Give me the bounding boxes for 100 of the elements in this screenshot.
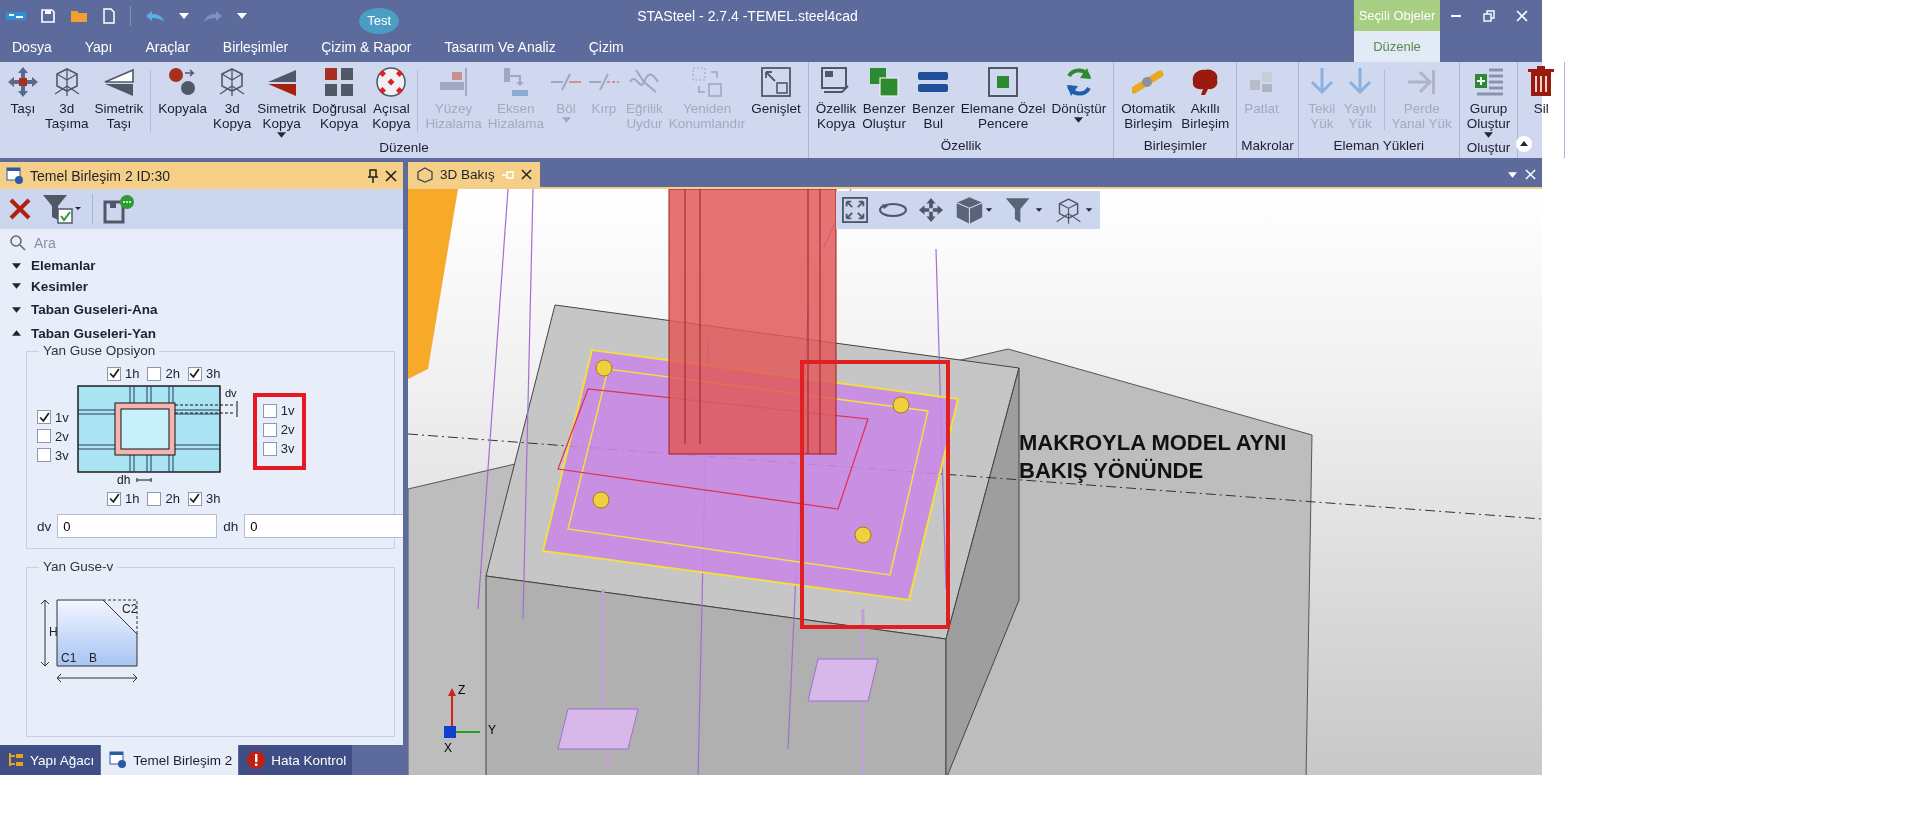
- folder-icon: [70, 8, 88, 23]
- checkbox[interactable]: [37, 448, 51, 462]
- section-header[interactable]: Taban Guseleri-Ana: [0, 298, 403, 322]
- align-bars-icon: [437, 66, 470, 98]
- ribbon-button[interactable]: Simetrik Taşı: [91, 66, 147, 131]
- group-title: Yan Guse-v: [39, 559, 118, 574]
- ribbon-button[interactable]: Sil: [1522, 66, 1561, 116]
- search-icon: [10, 235, 26, 251]
- menu-tab[interactable]: Yapı: [84, 34, 128, 59]
- field-label: dv: [37, 518, 52, 534]
- ribbon-button[interactable]: Akıllı Birleşim: [1178, 66, 1233, 131]
- checkbox-label: 3v: [55, 447, 69, 463]
- checkbox[interactable]: [262, 403, 277, 418]
- list-plus-icon: [1472, 66, 1505, 98]
- checkbox[interactable]: [147, 491, 162, 506]
- redo-icon: [203, 8, 223, 23]
- tree-icon: [8, 752, 24, 768]
- checkbox-label: 3h: [205, 491, 221, 506]
- annotation-text: MAKROYLA MODEL AYNI BAKIŞ YÖNÜNDE: [1019, 429, 1288, 485]
- section-header[interactable]: Elemanlar: [0, 257, 403, 275]
- view-tab[interactable]: 3D Bakış: [408, 162, 540, 187]
- ribbon-button[interactable]: Gurup Oluştur: [1463, 66, 1514, 138]
- field-label: dh: [223, 518, 239, 534]
- checkbox[interactable]: [147, 366, 162, 381]
- grid-squares-icon: [323, 66, 356, 98]
- checkbox[interactable]: [262, 441, 277, 456]
- panel-tab[interactable]: Yapı Ağacı: [0, 745, 101, 775]
- square-frame-icon: [987, 66, 1020, 98]
- anchor-bolt: [892, 396, 910, 414]
- menu-tab[interactable]: Çizim: [588, 34, 639, 59]
- input-field[interactable]: 0: [57, 514, 218, 538]
- ribbon-button[interactable]: Benzer Oluştur: [859, 66, 909, 131]
- ribbon-button[interactable]: Elemane Özel Pencere: [957, 66, 1049, 131]
- menu-tab[interactable]: Araçlar: [145, 34, 205, 59]
- anchor-bolt: [595, 359, 613, 377]
- checkbox-label: 2v: [55, 428, 69, 444]
- checkbox[interactable]: [37, 410, 51, 424]
- input-field[interactable]: 0: [244, 514, 403, 538]
- ribbon-button[interactable]: Kopyala: [155, 66, 211, 116]
- anchor-plate: [807, 658, 879, 702]
- search-field[interactable]: Ara: [34, 235, 334, 251]
- orbit-icon: [878, 200, 908, 220]
- save-icon: [40, 7, 56, 24]
- anchor-bolt: [592, 491, 610, 509]
- menu-tab[interactable]: Çizim & Rapor: [321, 34, 427, 59]
- checkbox-label: 3v: [280, 441, 295, 456]
- ribbon-group-label: Eleman Yükleri: [1332, 137, 1426, 155]
- ribbon-button[interactable]: 3d Kopya: [210, 66, 255, 131]
- checkbox-label: 1v: [55, 409, 69, 425]
- tab-badge: Test: [359, 7, 400, 34]
- close-icon: [1525, 169, 1536, 180]
- caret-icon: [237, 12, 247, 19]
- ribbon-button[interactable]: Açısal Kopya: [369, 66, 414, 131]
- checkbox-label: 2v: [280, 422, 295, 437]
- menu-tab[interactable]: Düzenle: [1354, 31, 1440, 62]
- panel-title: Temel Birleşim 2 ID:30: [30, 167, 172, 184]
- filter-check-icon: [42, 193, 82, 225]
- anchor-bolt: [854, 526, 872, 544]
- section-header[interactable]: Kesimler: [0, 274, 403, 299]
- ribbon-button[interactable]: Benzer Bul: [908, 66, 958, 131]
- triangle-mirror-icon: [102, 66, 135, 98]
- context-group-label: Seçili Objeler: [1354, 0, 1440, 31]
- ribbon-button[interactable]: Otomatik Birleşim: [1118, 66, 1179, 131]
- ribbon-button[interactable]: Dönüştür: [1048, 66, 1110, 123]
- collapse-ribbon-icon: [1516, 136, 1532, 152]
- reposition-icon: [691, 66, 724, 98]
- ribbon-button[interactable]: Özellik Kopya: [812, 66, 860, 131]
- ribbon-button[interactable]: 3d Taşıma: [42, 66, 92, 131]
- ribbon-button[interactable]: Taşı: [4, 66, 42, 116]
- ribbon-button[interactable]: Doğrusal Kopya: [309, 66, 370, 131]
- panel-tab[interactable]: Hata Kontrol: [239, 745, 353, 775]
- zoom-extents-icon: [842, 197, 868, 223]
- ribbon-group-label: Düzenle: [378, 139, 430, 157]
- ribbon-button[interactable]: Genişlet: [748, 66, 804, 116]
- close-icon: [385, 169, 397, 182]
- dimension-label: dv: [224, 387, 237, 399]
- save-options-icon: [103, 194, 135, 224]
- checkbox[interactable]: [187, 491, 202, 506]
- caret-icon: [179, 12, 189, 19]
- ribbon-button[interactable]: Simetrik Kopya: [254, 66, 310, 138]
- pan-icon: [918, 197, 944, 223]
- squares-icon: [868, 66, 901, 98]
- caret-icon: [12, 283, 21, 290]
- document-icon: [102, 7, 116, 24]
- menu-tab[interactable]: Tasarım Ve Analiz: [444, 34, 571, 59]
- section-header[interactable]: Taban Guseleri-Yan: [0, 321, 403, 345]
- restore-icon: [1483, 9, 1495, 22]
- checkbox[interactable]: [107, 366, 121, 381]
- checkbox[interactable]: [107, 491, 121, 506]
- ribbon-group-label: Özellik: [939, 137, 983, 155]
- checkbox[interactable]: [262, 422, 277, 437]
- menu-tab[interactable]: Dosya: [12, 34, 67, 59]
- checkbox[interactable]: [37, 429, 51, 443]
- pin-icon: [367, 168, 379, 183]
- move-arrows-icon: [7, 66, 39, 98]
- panel-tab[interactable]: Temel Birleşim 2: [101, 745, 239, 775]
- checkbox[interactable]: [187, 366, 202, 381]
- delete-icon: [8, 197, 32, 221]
- menu-tab[interactable]: Birleşimler: [222, 34, 304, 59]
- caret-icon: [12, 306, 21, 313]
